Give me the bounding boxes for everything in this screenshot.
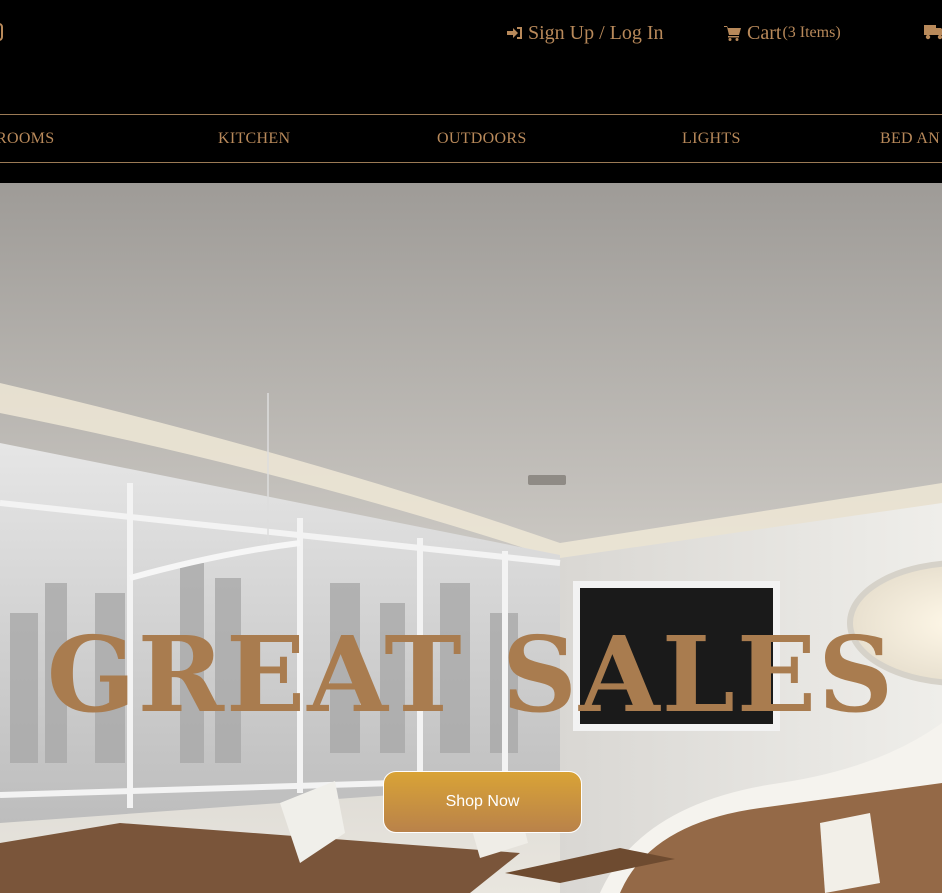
main-nav: ROOMS KITCHEN OUTDOORS LIGHTS BED AN: [0, 114, 942, 163]
nav-item-bed-and-bath[interactable]: BED AN: [880, 130, 940, 148]
cart-label: Cart: [747, 21, 782, 44]
signup-login-label: Sign Up / Log In: [528, 21, 664, 44]
hero-banner: GREAT SALES Shop Now: [0, 183, 942, 893]
truck-icon[interactable]: [924, 24, 942, 40]
nav-item-lights[interactable]: LIGHTS: [682, 130, 741, 148]
phone-icon[interactable]: [0, 23, 3, 41]
nav-item-outdoors[interactable]: OUTDOORS: [437, 130, 527, 148]
hero-title: GREAT SALES: [46, 613, 896, 736]
signup-login-link[interactable]: Sign Up / Log In: [507, 20, 664, 46]
sign-in-icon: [507, 27, 522, 39]
shopping-cart-icon: [724, 26, 741, 41]
cart-link[interactable]: Cart (3 Items): [724, 20, 841, 46]
nav-item-kitchen[interactable]: KITCHEN: [218, 130, 290, 148]
shop-now-button[interactable]: Shop Now: [383, 771, 582, 833]
site-header: Sign Up / Log In Cart (3 Items): [0, 0, 942, 114]
nav-item-rooms[interactable]: ROOMS: [0, 130, 54, 148]
cart-count: (3 Items): [782, 24, 841, 41]
